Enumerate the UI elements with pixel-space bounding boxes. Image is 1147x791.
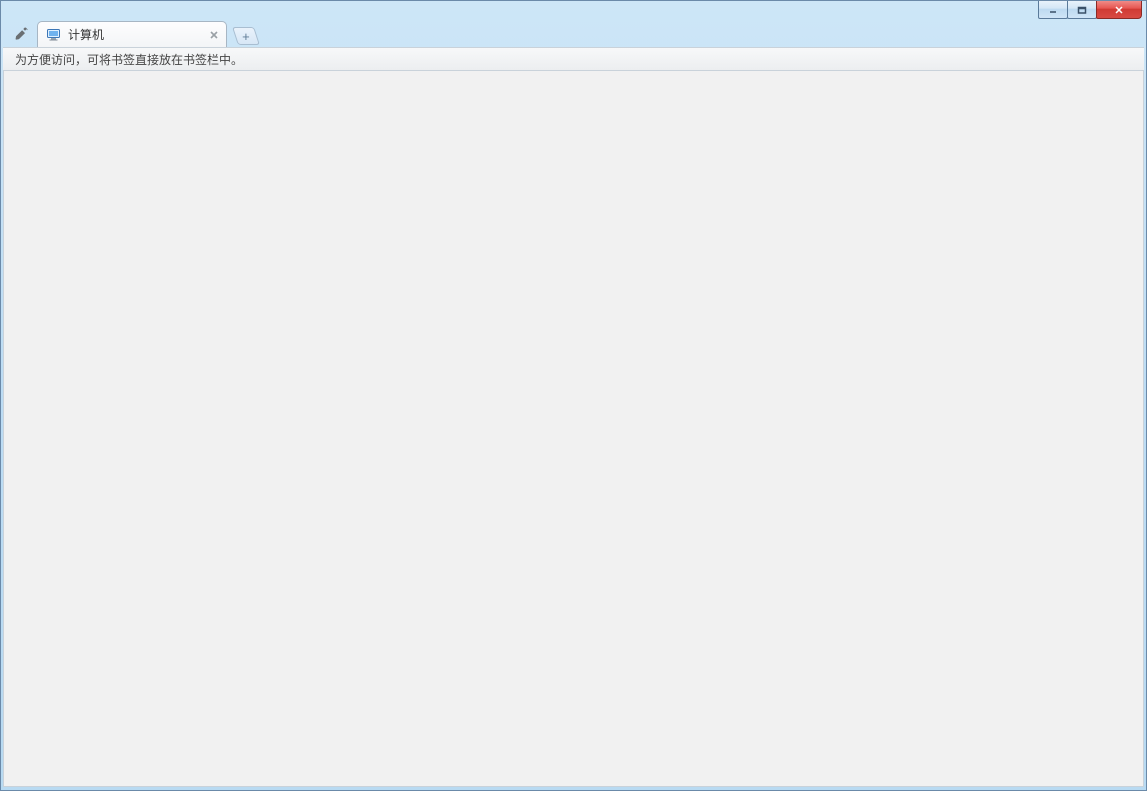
maximize-icon — [1077, 5, 1087, 15]
close-icon — [209, 30, 219, 40]
minimize-icon — [1048, 5, 1058, 15]
browser-window: 计算机 + 为方便访问，可将书签直接放在书签栏中。 — [0, 0, 1147, 791]
tab-title: 计算机 — [68, 26, 104, 43]
computer-icon — [46, 27, 62, 43]
new-tab-button[interactable]: + — [232, 27, 260, 45]
tab-strip: 计算机 + — [37, 19, 257, 47]
window-controls — [1038, 1, 1142, 19]
bookmark-bar: 为方便访问，可将书签直接放在书签栏中。 — [3, 47, 1144, 71]
tab-close-button[interactable] — [207, 28, 221, 42]
tab-computer[interactable]: 计算机 — [37, 21, 227, 47]
minimize-button[interactable] — [1038, 1, 1068, 19]
plus-icon: + — [242, 30, 250, 43]
close-button[interactable] — [1096, 1, 1142, 19]
content-area — [3, 71, 1144, 787]
titlebar: 计算机 + — [1, 1, 1146, 47]
bookmark-bar-message: 为方便访问，可将书签直接放在书签栏中。 — [15, 51, 243, 68]
wrench-menu-button[interactable] — [13, 25, 31, 43]
wrench-icon — [14, 26, 30, 42]
close-icon — [1113, 5, 1125, 15]
maximize-button[interactable] — [1067, 1, 1097, 19]
